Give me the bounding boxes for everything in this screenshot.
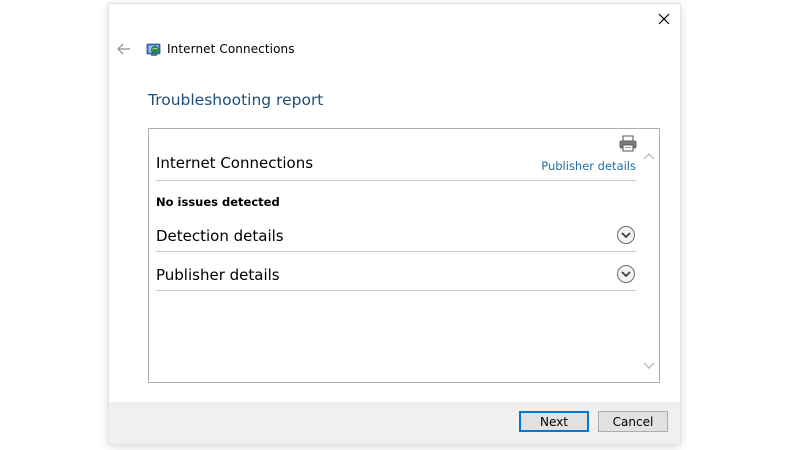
report-title: Internet Connections [156,154,314,172]
next-button[interactable]: Next [519,411,589,432]
printer-icon [619,135,637,152]
report-panel: Internet Connections Publisher details N… [148,128,660,383]
section-label: Publisher details [156,266,280,284]
scroll-up-button[interactable] [642,147,656,160]
publisher-details-link[interactable]: Publisher details [541,159,636,173]
close-button[interactable] [653,8,675,30]
troubleshooter-dialog: Internet Connections Troubleshooting rep… [109,4,680,444]
back-arrow-icon [117,43,130,55]
chevron-down-icon [643,362,655,369]
cancel-button[interactable]: Cancel [598,411,668,432]
divider [156,180,636,181]
window-title-bar: Internet Connections [146,40,295,58]
section-label: Detection details [156,227,284,245]
chevron-down-circle-icon[interactable] [616,264,636,284]
dialog-footer: Next Cancel [109,402,680,444]
detection-details-section[interactable]: Detection details [156,224,636,248]
network-troubleshooter-icon [146,43,161,56]
page-title: Troubleshooting report [148,91,324,109]
back-button[interactable] [115,38,133,60]
publisher-details-section[interactable]: Publisher details [156,263,636,287]
divider [156,290,636,291]
window-title: Internet Connections [167,42,295,56]
scroll-down-button[interactable] [642,357,656,369]
close-icon [658,13,670,25]
chevron-up-icon [643,153,655,160]
chevron-down-circle-icon[interactable] [616,225,636,245]
status-text: No issues detected [156,195,280,209]
divider [156,251,636,252]
print-button[interactable] [618,135,638,153]
